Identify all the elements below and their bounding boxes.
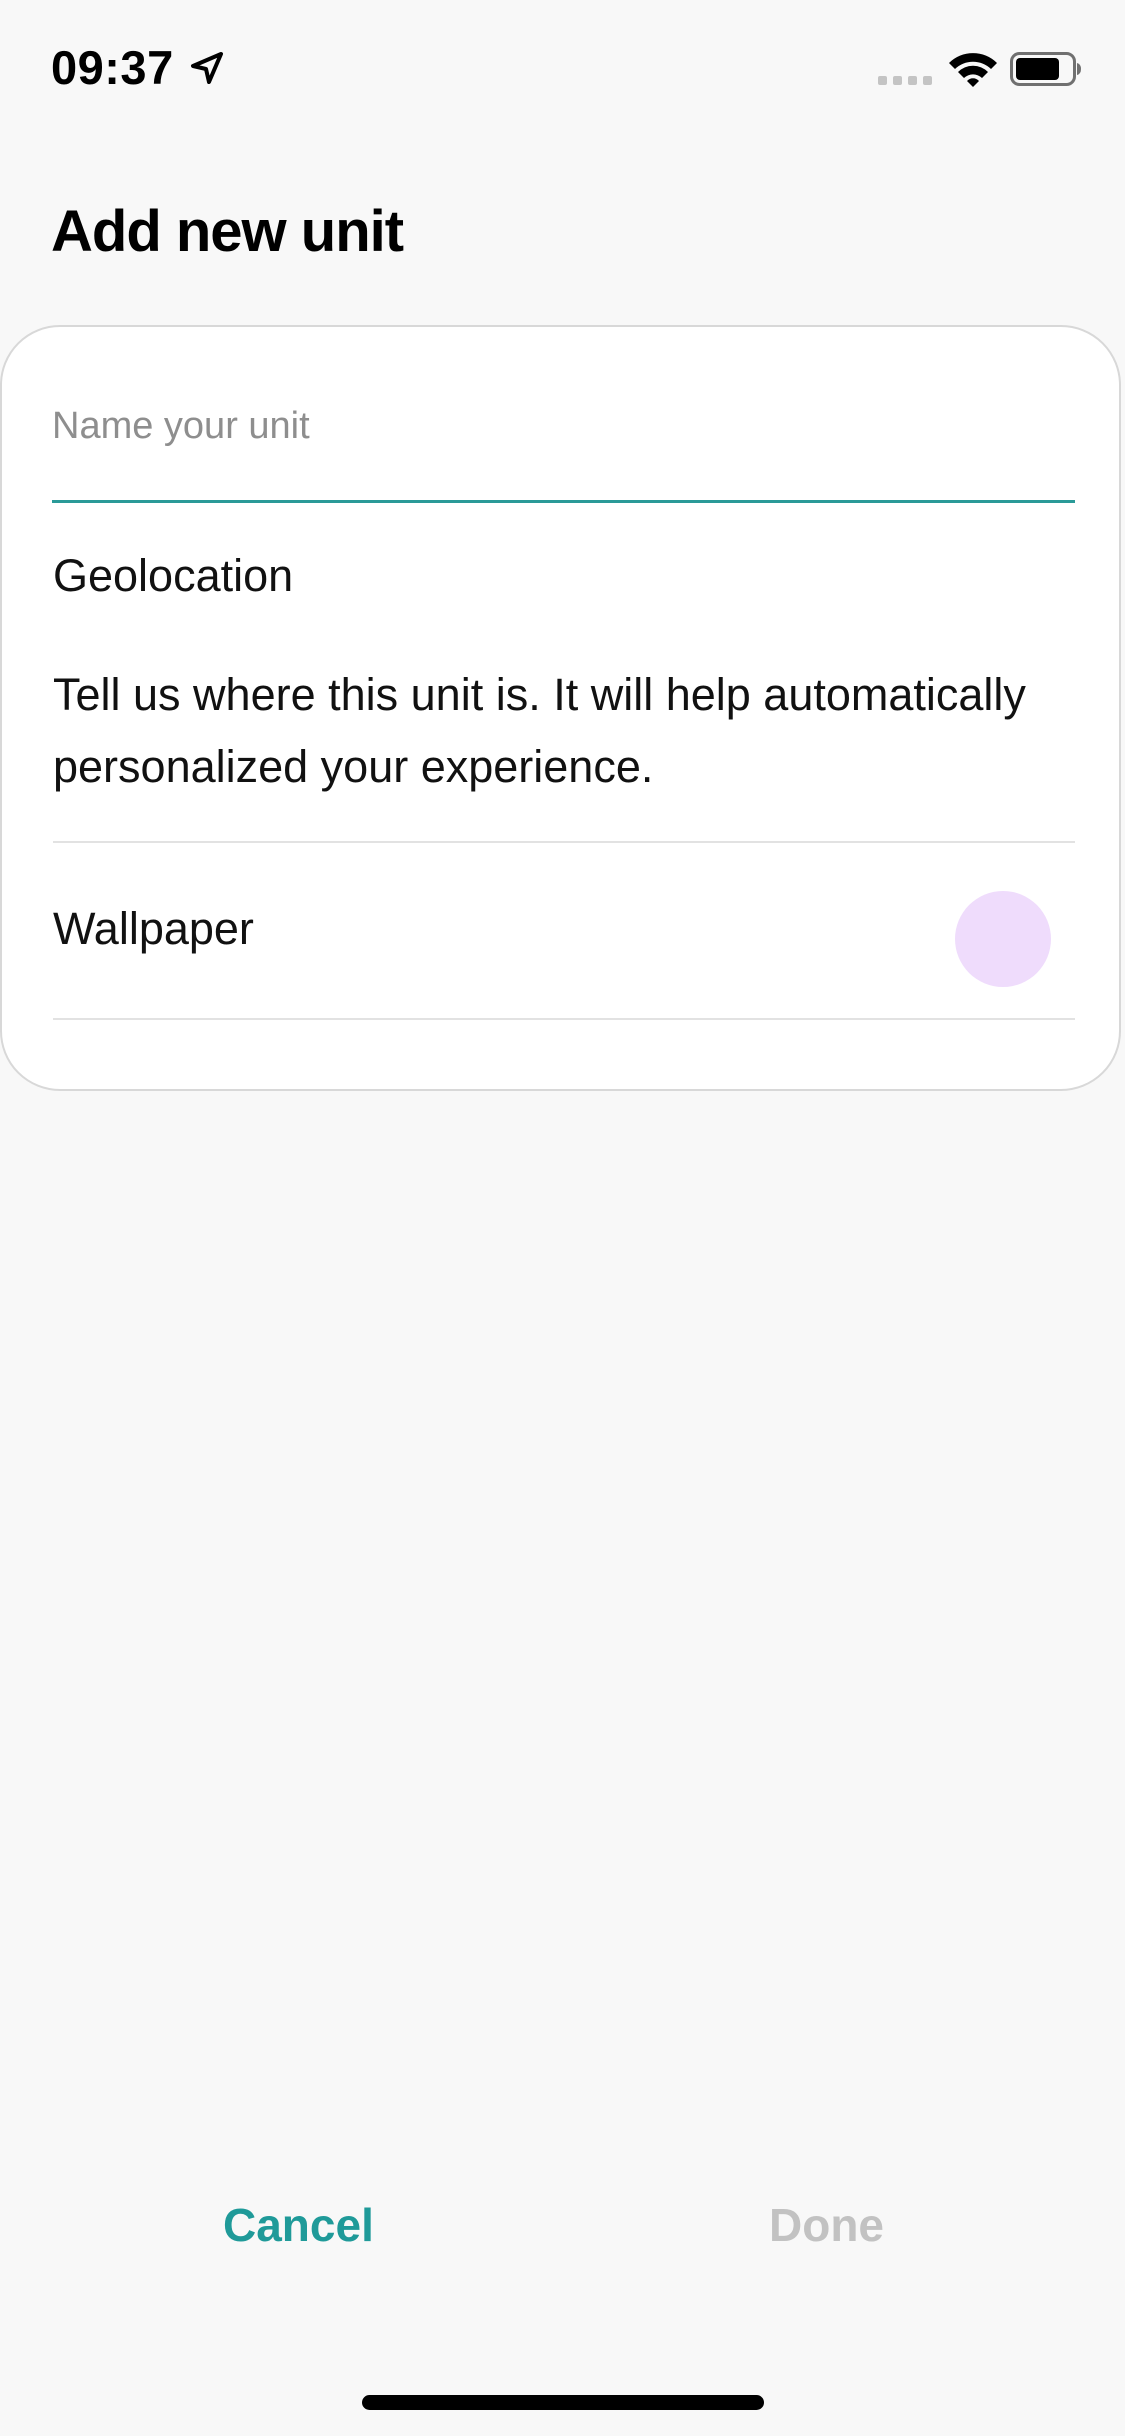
unit-form-card: Geolocation Tell us where this unit is. … [0,325,1121,1091]
battery-icon [1010,52,1081,86]
geolocation-description: Tell us where this unit is. It will help… [53,669,1026,792]
wallpaper-label: Wallpaper [53,903,254,954]
geolocation-label: Geolocation [53,550,294,601]
wallpaper-color-swatch[interactable] [955,891,1051,987]
wifi-icon [949,53,997,87]
done-button[interactable]: Done [769,2198,884,2252]
status-time: 09:37 [51,41,174,94]
location-arrow-icon [191,52,223,84]
status-bar: 09:37 [0,0,1125,140]
wallpaper-row[interactable]: Wallpaper [2,843,1119,1018]
divider [53,1018,1075,1020]
page-title: Add new unit [51,199,404,264]
unit-name-input[interactable] [52,383,1075,503]
cellular-signal-icon [878,76,932,85]
home-indicator [362,2395,764,2410]
cancel-button[interactable]: Cancel [223,2198,374,2252]
